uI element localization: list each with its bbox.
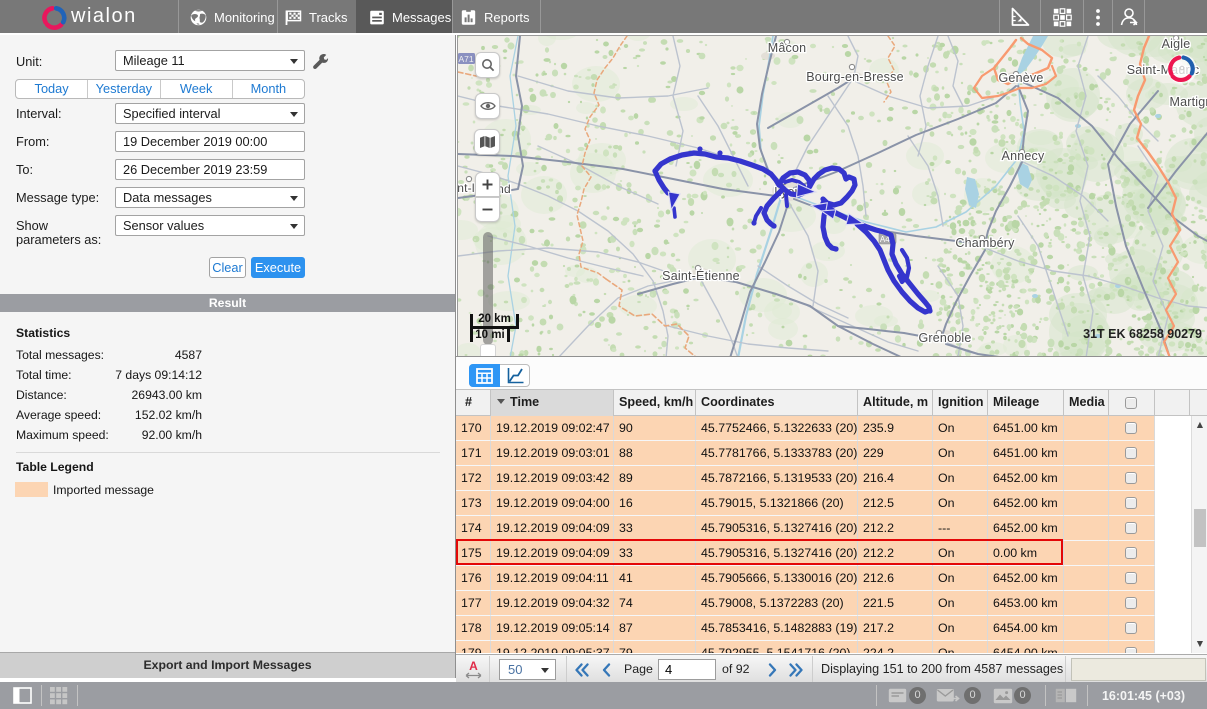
svg-text:Mâcon: Mâcon <box>768 41 807 55</box>
svg-text:Saint-Étienne: Saint-Étienne <box>662 268 740 283</box>
svg-text:A: A <box>469 659 478 673</box>
svg-text:Grenoble: Grenoble <box>918 331 971 345</box>
svg-text:Annecy: Annecy <box>1002 149 1045 163</box>
svg-text:A71: A71 <box>458 54 473 64</box>
svg-text:Genève: Genève <box>999 71 1044 85</box>
svg-text:Bourg-en-Bresse: Bourg-en-Bresse <box>806 70 904 84</box>
svg-text:nt-l: nt-l <box>458 181 475 195</box>
svg-text:Chambéry: Chambéry <box>955 236 1015 250</box>
svg-text:Martign: Martign <box>1169 95 1207 109</box>
svg-text:Aigle: Aigle <box>1162 37 1191 51</box>
